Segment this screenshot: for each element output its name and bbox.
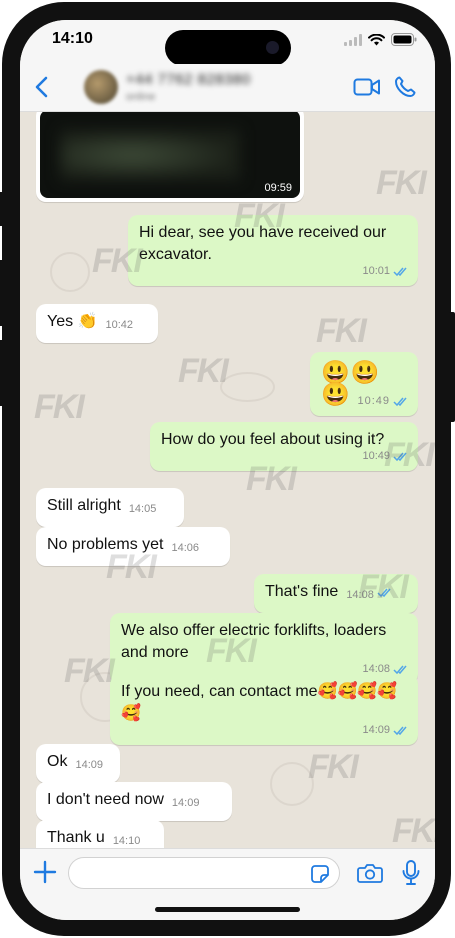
- message-bubble-incoming[interactable]: I don't need now 14:09: [36, 782, 232, 821]
- sticker-icon[interactable]: [310, 864, 330, 884]
- microphone-icon[interactable]: [401, 859, 421, 887]
- watermark: FKI: [34, 388, 85, 426]
- message-time: 14:09: [362, 724, 390, 736]
- watermark: FKI: [376, 164, 427, 202]
- wallpaper-doodle: [270, 762, 314, 806]
- wifi-icon: [368, 33, 385, 45]
- watermark: FKI: [308, 748, 359, 786]
- message-input[interactable]: [68, 857, 340, 889]
- power-button: [449, 312, 455, 422]
- message-time: 14:09: [171, 797, 200, 809]
- media-message[interactable]: 09:59: [36, 112, 304, 202]
- message-text: Thank u: [47, 829, 105, 846]
- read-ticks-icon: [393, 665, 407, 674]
- status-icons: [344, 33, 417, 46]
- status-time: 14:10: [52, 30, 93, 47]
- contact-status: online: [126, 91, 156, 103]
- message-bubble-outgoing[interactable]: 😃😃😃 10:49: [310, 352, 418, 416]
- volume-down-button: [0, 340, 4, 406]
- plus-icon[interactable]: [32, 859, 58, 885]
- battery-icon: [391, 33, 417, 46]
- message-time: 14:09: [75, 759, 103, 771]
- message-text: No problems yet: [47, 536, 164, 553]
- message-bubble-incoming[interactable]: Ok 14:09: [36, 744, 120, 783]
- wallpaper-doodle: [50, 252, 90, 292]
- message-text: Yes 👏: [47, 313, 98, 330]
- message-time: 10:42: [105, 319, 133, 331]
- chat-header: +44 7762 828380 online: [20, 64, 435, 112]
- signal-icon: [344, 33, 362, 46]
- home-indicator[interactable]: [155, 907, 300, 912]
- avatar[interactable]: [84, 70, 118, 104]
- message-time: 14:05: [128, 503, 157, 515]
- message-bubble-outgoing[interactable]: How do you feel about using it? 10:49: [150, 422, 418, 471]
- media-content: [60, 130, 240, 180]
- action-button: [0, 192, 4, 226]
- media-time: 09:59: [264, 182, 292, 194]
- message-text: If you need, can contact me🥰🥰🥰🥰🥰: [121, 683, 398, 722]
- video-camera-icon[interactable]: [353, 76, 381, 98]
- read-ticks-icon: [393, 397, 407, 406]
- read-ticks-icon: [377, 588, 391, 598]
- message-text: We also offer electric forklifts, loader…: [121, 622, 387, 661]
- input-bar: [20, 848, 435, 920]
- message-text: Ok: [47, 753, 68, 770]
- message-time: 10:49: [362, 450, 390, 462]
- phone-icon[interactable]: [393, 75, 417, 99]
- message-text: Hi dear, see you have received our excav…: [139, 224, 387, 263]
- phone-frame: 14:10 +44 7762 828380 online 09:59 Hi de…: [0, 2, 455, 936]
- message-meta: 10:49: [357, 390, 409, 412]
- message-bubble-outgoing[interactable]: If you need, can contact me🥰🥰🥰🥰🥰 14:09: [110, 674, 418, 745]
- message-meta: 10:49: [362, 445, 409, 467]
- dynamic-island: [165, 30, 291, 66]
- read-ticks-icon: [393, 726, 407, 735]
- watermark: FKI: [316, 312, 367, 350]
- message-bubble-incoming[interactable]: Yes 👏 10:42: [36, 304, 158, 343]
- message-text: Still alright: [47, 497, 121, 514]
- message-meta: 10:01: [362, 260, 409, 282]
- status-bar: 14:10: [20, 20, 435, 66]
- media-thumbnail[interactable]: 09:59: [40, 112, 300, 198]
- message-bubble-incoming[interactable]: No problems yet 14:06: [36, 527, 230, 566]
- message-meta: 14:09: [362, 719, 409, 741]
- message-meta: 14:08: [346, 584, 393, 606]
- chat-area[interactable]: 09:59 Hi dear, see you have received our…: [20, 112, 435, 848]
- message-time: 14:10: [112, 835, 141, 847]
- message-text: How do you feel about using it?: [161, 431, 385, 448]
- message-text: I don't need now: [47, 791, 164, 808]
- message-time: 14:08: [346, 589, 374, 601]
- read-ticks-icon: [393, 452, 407, 461]
- read-ticks-icon: [393, 267, 407, 276]
- contact-name[interactable]: +44 7762 828380: [126, 71, 251, 88]
- screen: 14:10 +44 7762 828380 online 09:59 Hi de…: [20, 20, 435, 920]
- camera-icon[interactable]: [357, 862, 383, 884]
- message-bubble-incoming[interactable]: Thank u 14:10: [36, 820, 164, 848]
- message-time: 14:06: [171, 542, 200, 554]
- watermark: FKI: [392, 812, 435, 848]
- volume-up-button: [0, 260, 4, 326]
- chevron-left-icon[interactable]: [30, 74, 56, 100]
- message-bubble-outgoing[interactable]: Hi dear, see you have received our excav…: [128, 215, 418, 286]
- message-bubble-incoming[interactable]: Still alright 14:05: [36, 488, 184, 527]
- message-time: 10:49: [357, 395, 390, 407]
- message-bubble-outgoing[interactable]: That's fine 14:08: [254, 574, 418, 613]
- front-camera: [266, 41, 279, 54]
- wallpaper-doodle: [220, 372, 275, 402]
- message-text: That's fine: [265, 583, 339, 600]
- message-time: 10:01: [362, 265, 390, 277]
